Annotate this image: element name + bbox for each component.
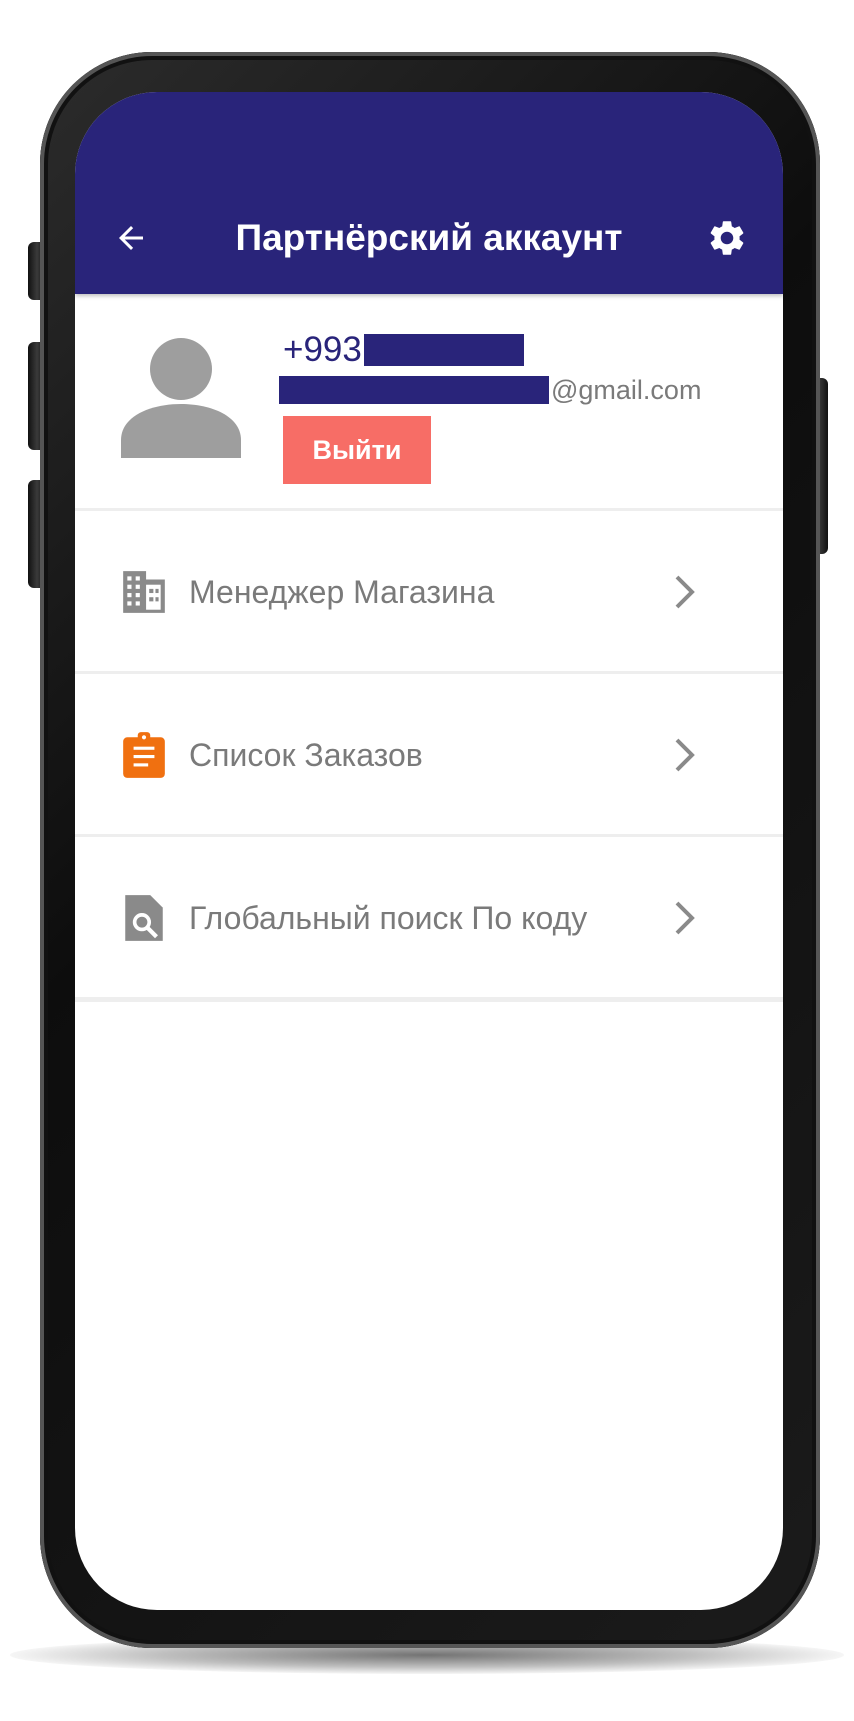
chevron-right-icon [675, 575, 695, 609]
menu-item-label: Список Заказов [189, 737, 423, 773]
document-search-icon [125, 895, 163, 941]
menu-item-label: Глобальный поиск По коду [189, 900, 588, 936]
building-icon [123, 571, 165, 613]
gear-icon [710, 221, 744, 255]
menu-item-global-search[interactable]: Глобальный поиск По коду [75, 837, 783, 1002]
phone-redaction [363, 334, 524, 366]
logout-button[interactable]: Выйти [283, 416, 431, 484]
clipboard-icon [123, 732, 165, 778]
profile-section: +993 @gmail.com Выйти [75, 294, 783, 511]
chevron-right-icon [675, 901, 695, 935]
menu-item-order-list[interactable]: Список Заказов [75, 674, 783, 837]
app-bar: Партнёрский аккаунт [75, 92, 783, 294]
page-title: Партнёрский аккаунт [235, 217, 623, 258]
menu-item-store-manager[interactable]: Менеджер Магазина [75, 511, 783, 674]
phone-prefix: +993 [283, 330, 362, 369]
phone-number: +993 [283, 330, 524, 370]
phone-frame: Партнёрский аккаунт +993 @gmail.com Выйт… [40, 52, 820, 1648]
screen: Партнёрский аккаунт +993 @gmail.com Выйт… [75, 92, 783, 1610]
menu-item-label: Менеджер Магазина [189, 574, 495, 610]
email-suffix: @gmail.com [551, 374, 702, 405]
chevron-right-icon [675, 738, 695, 772]
person-icon [121, 338, 241, 458]
email-address: @gmail.com [279, 374, 701, 406]
settings-button[interactable] [705, 216, 749, 260]
email-redaction [279, 376, 549, 404]
